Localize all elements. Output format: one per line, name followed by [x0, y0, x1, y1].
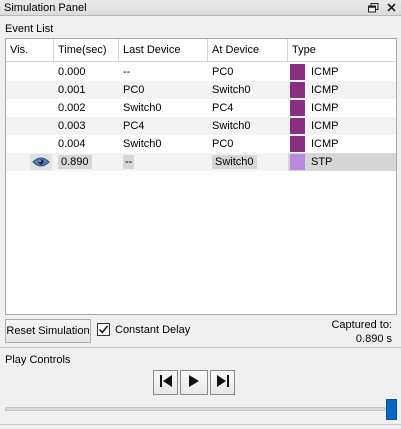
title-bar: Simulation Panel — [0, 0, 401, 16]
cell-vis[interactable] — [6, 117, 54, 135]
close-icon[interactable] — [385, 1, 397, 14]
type-color-swatch — [290, 82, 305, 98]
cell-vis[interactable] — [6, 63, 54, 81]
type-color-swatch — [290, 154, 305, 170]
table-row[interactable]: 0.003 PC4 Switch0 ICMP — [6, 117, 396, 135]
type-color-swatch — [290, 118, 305, 134]
cell-time: 0.001 — [58, 84, 86, 96]
step-back-icon — [159, 374, 173, 391]
cell-type: ICMP — [288, 81, 396, 99]
table-row[interactable]: 0.004 Switch0 PC0 ICMP — [6, 135, 396, 153]
captured-info: Captured to: 0.890 s — [331, 318, 392, 346]
cell-last-device: Switch0 — [123, 102, 162, 114]
cell-time: 0.890 — [54, 153, 119, 171]
cell-time: 0.004 — [58, 138, 86, 150]
constant-delay-option[interactable]: Constant Delay — [97, 323, 190, 336]
cell-type: ICMP — [288, 99, 396, 117]
window-title: Simulation Panel — [4, 1, 87, 14]
col-header-time[interactable]: Time(sec) — [54, 39, 119, 62]
simulation-slider-thumb[interactable] — [386, 399, 397, 420]
step-forward-icon — [216, 374, 230, 391]
cell-last-device: PC0 — [123, 84, 145, 96]
play-controls-label: Play Controls — [5, 354, 71, 366]
eye-icon[interactable] — [30, 154, 52, 170]
cell-vis[interactable] — [6, 99, 54, 117]
table-row[interactable]: 0.000 -- PC0 ICMP — [6, 63, 396, 81]
event-list-label: Event List — [5, 23, 54, 35]
cell-vis[interactable] — [6, 81, 54, 99]
play-controls — [153, 370, 235, 395]
cell-vis[interactable] — [6, 153, 54, 171]
col-header-vis[interactable]: Vis. — [6, 39, 54, 62]
play-icon — [188, 374, 200, 391]
col-header-last-device[interactable]: Last Device — [119, 39, 208, 62]
cell-vis[interactable] — [6, 135, 54, 153]
cell-last-device: PC4 — [123, 120, 145, 132]
constant-delay-checkbox[interactable] — [97, 323, 110, 336]
play-button[interactable] — [180, 370, 208, 395]
table-row[interactable]: 0.890 -- Switch0 STP — [6, 153, 396, 171]
divider — [0, 347, 401, 348]
table-header: Vis. Time(sec) Last Device At Device Typ… — [6, 39, 396, 62]
cell-time: 0.002 — [58, 102, 86, 114]
bottom-divider — [0, 424, 401, 425]
reset-simulation-button[interactable]: Reset Simulation — [5, 319, 91, 343]
step-back-button[interactable] — [153, 370, 178, 395]
cell-at-device: Switch0 — [212, 84, 251, 96]
captured-value: 0.890 s — [355, 333, 392, 345]
event-rows: 0.000 -- PC0 ICMP 0.001 PC0 Switch0 ICMP 0.002 Sw… — [6, 63, 396, 171]
table-row[interactable]: 0.001 PC0 Switch0 ICMP — [6, 81, 396, 99]
cell-at-device: Switch0 — [208, 153, 288, 171]
col-header-at-device[interactable]: At Device — [208, 39, 288, 62]
table-row[interactable]: 0.002 Switch0 PC4 ICMP — [6, 99, 396, 117]
captured-label: Captured to: — [331, 319, 392, 331]
cell-at-device: Switch0 — [212, 120, 251, 132]
type-color-swatch — [290, 136, 305, 152]
constant-delay-label: Constant Delay — [115, 323, 191, 336]
cell-type: STP — [288, 153, 396, 171]
cell-time: 0.003 — [58, 120, 86, 132]
simulation-slider-track[interactable] — [5, 407, 386, 411]
cell-type: ICMP — [288, 63, 396, 81]
cell-type: ICMP — [288, 135, 396, 153]
cell-at-device: PC0 — [212, 66, 234, 78]
type-color-swatch — [290, 100, 305, 116]
type-color-swatch — [290, 64, 305, 80]
col-header-type[interactable]: Type — [288, 39, 396, 62]
restore-icon[interactable] — [367, 1, 379, 14]
step-forward-button[interactable] — [210, 370, 235, 395]
cell-at-device: PC4 — [212, 102, 234, 114]
cell-last-device: -- — [123, 155, 135, 169]
cell-time: 0.000 — [58, 66, 86, 78]
event-table[interactable]: Vis. Time(sec) Last Device At Device Typ… — [5, 38, 397, 315]
cell-last-device: -- — [123, 66, 131, 78]
cell-type: ICMP — [288, 117, 396, 135]
cell-at-device: PC0 — [212, 138, 234, 150]
cell-last-device: Switch0 — [123, 138, 162, 150]
